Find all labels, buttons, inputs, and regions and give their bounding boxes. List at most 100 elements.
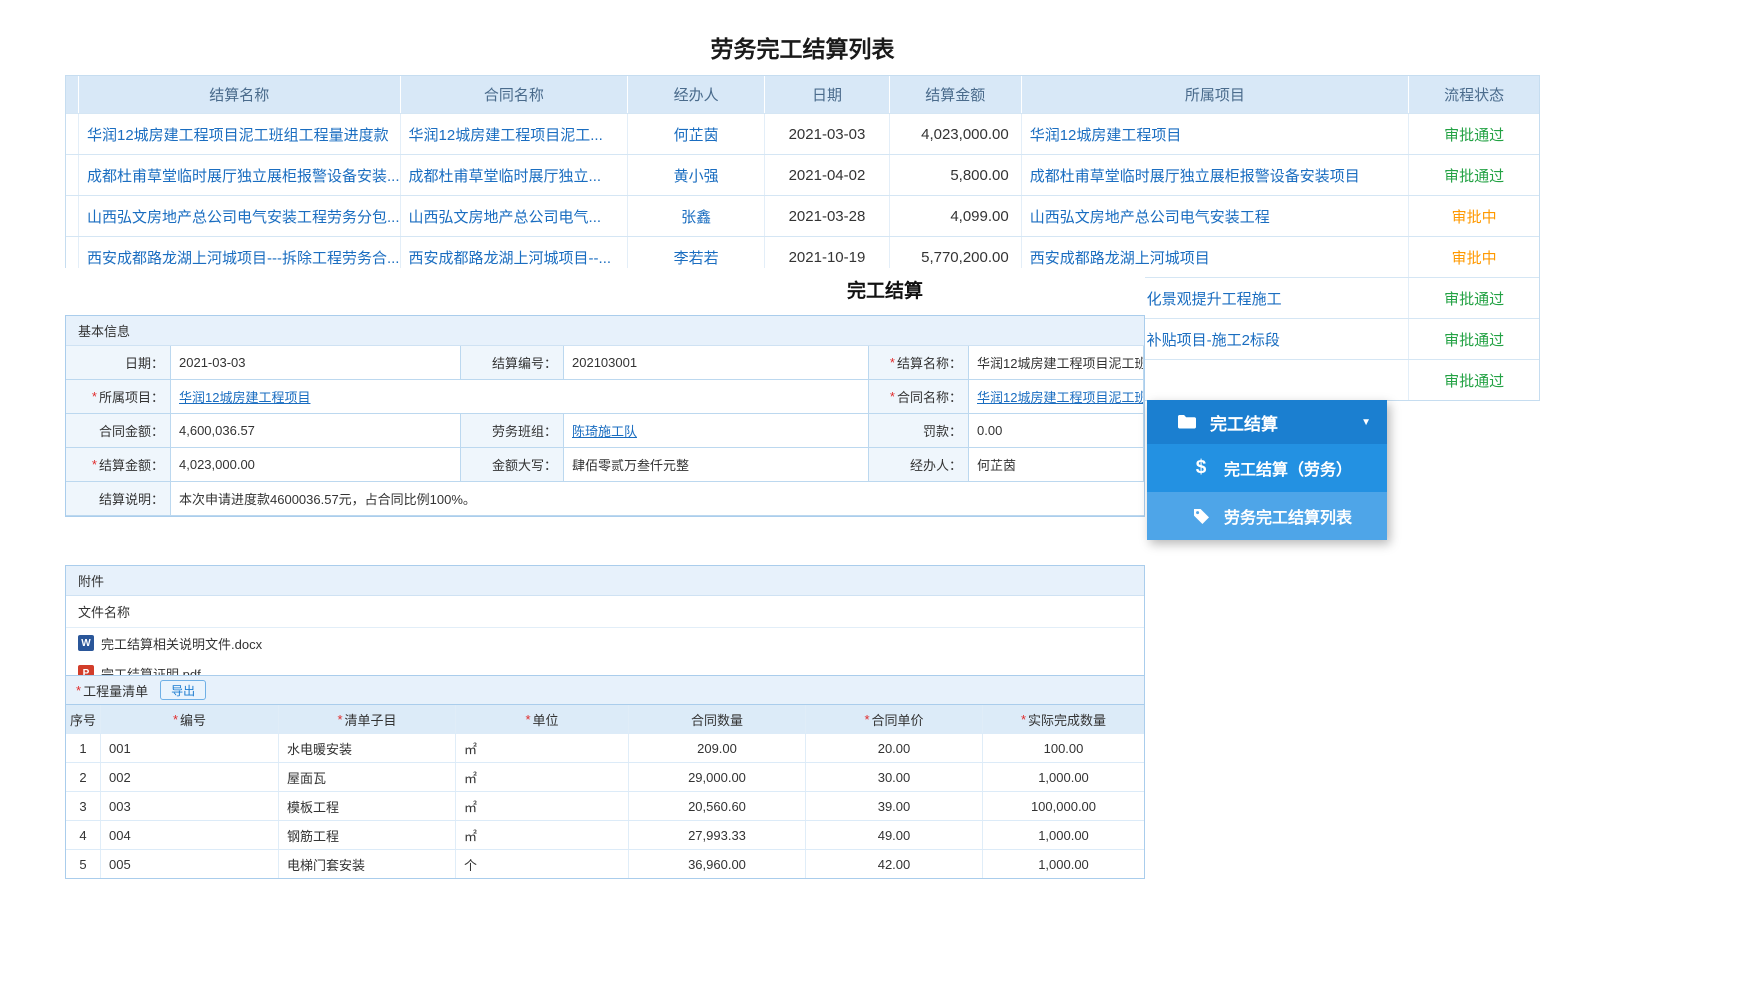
- boq-header: * 工程量清单 导出: [65, 675, 1145, 705]
- word-file-icon: W: [78, 635, 94, 651]
- contract-name-link[interactable]: 山西弘文房地产总公司电气...: [409, 206, 602, 227]
- status-badge: 审批通过: [1444, 331, 1505, 349]
- date-label: 日期：: [66, 346, 171, 380]
- status-badge: 审批中: [1451, 249, 1497, 267]
- required-marker: *: [889, 389, 895, 404]
- page: 劳务完工结算列表 结算名称 合同名称 经办人 日期 结算金额 所属项目 流程状态…: [0, 0, 1740, 1000]
- required-marker: *: [91, 457, 97, 472]
- folder-icon: [1177, 414, 1197, 430]
- contract-name-link[interactable]: 华润12城房建工程项目泥工...: [409, 124, 603, 145]
- project-link[interactable]: 成都杜甫草堂临时展厅独立展柜报警设备安装项目: [1030, 165, 1360, 186]
- menu-item-label: 完工结算（劳务）: [1224, 462, 1353, 479]
- required-marker: *: [76, 682, 82, 698]
- boq-col-contract-qty: 合同数量: [629, 705, 806, 733]
- contract-amount-value: 4,600,036.57: [171, 414, 461, 448]
- handler-cell: 何芷茵: [628, 114, 766, 154]
- side-menu: 完工结算 ▼ $ 完工结算（劳务） 劳务完工结算列表: [1147, 400, 1387, 540]
- handler-cell: 张鑫: [628, 196, 766, 236]
- menu-header[interactable]: 完工结算 ▼: [1147, 400, 1387, 444]
- project-link[interactable]: 山西弘文房地产总公司电气安装工程: [1030, 206, 1270, 227]
- settlement-name-link[interactable]: 山西弘文房地产总公司电气安装工程劳务分包...: [87, 206, 400, 227]
- attachment-item[interactable]: W 完工结算相关说明文件.docx: [66, 628, 1144, 658]
- handler-link[interactable]: 何芷茵: [674, 124, 719, 145]
- project-link[interactable]: 化景观提升工程施工: [1147, 288, 1282, 309]
- project-link[interactable]: 西安成都路龙湖上河城项目: [1030, 247, 1210, 268]
- handler-link[interactable]: 张鑫: [681, 206, 711, 227]
- boq-col-index: 序号: [66, 705, 101, 733]
- menu-item-settlement-labor[interactable]: $ 完工结算（劳务）: [1147, 444, 1387, 492]
- status-badge: 审批通过: [1444, 126, 1505, 144]
- basic-info-header: 基本信息: [66, 316, 1144, 346]
- date-cell: 2021-04-02: [765, 155, 890, 195]
- boq-row[interactable]: 1 001 水电暖安装 ㎡ 209.00 20.00 100.00: [66, 733, 1144, 762]
- boq-col-code: * 编号: [101, 705, 279, 733]
- settlement-amount-label: * 结算金额：: [66, 448, 171, 482]
- amount-cell: 5,800.00: [890, 155, 1022, 195]
- settlement-name-label: * 结算名称：: [869, 346, 969, 380]
- contract-name-link[interactable]: 西安成都路龙湖上河城项目--...: [409, 247, 612, 268]
- boq-col-actual-qty: * 实际完成数量: [1020, 711, 1107, 728]
- settlement-name-cell: 成都杜甫草堂临时展厅独立展柜报警设备安装...: [79, 155, 401, 195]
- boq-row[interactable]: 4 004 钢筋工程 ㎡ 27,993.33 49.00 1,000.00: [66, 820, 1144, 849]
- penalty-value: 0.00: [969, 414, 1144, 448]
- project-link[interactable]: 华润12城房建工程项目: [1030, 124, 1182, 145]
- labor-team-link[interactable]: 陈琦施工队: [572, 421, 637, 440]
- settlement-name-link[interactable]: 西安成都路龙湖上河城项目---拆除工程劳务合...: [87, 247, 400, 268]
- col-date: 日期: [765, 76, 890, 113]
- menu-item-label: 劳务完工结算列表: [1224, 510, 1353, 527]
- contract-name-link[interactable]: 成都杜甫草堂临时展厅独立...: [409, 165, 602, 186]
- list-table-header: 结算名称 合同名称 经办人 日期 结算金额 所属项目 流程状态: [66, 76, 1539, 113]
- boq-row[interactable]: 5 005 电梯门套安装 个 36,960.00 42.00 1,000.00: [66, 849, 1144, 878]
- required-marker: *: [889, 355, 895, 370]
- boq-header-label: 工程量清单: [83, 683, 149, 699]
- project-link[interactable]: 补贴项目-施工2标段: [1147, 329, 1280, 350]
- settlement-no-label: 结算编号：: [461, 346, 564, 380]
- col-project: 所属项目: [1022, 76, 1410, 113]
- attachment-file-name: 完工结算相关说明文件.docx: [101, 636, 263, 652]
- handler-cell: 黄小强: [628, 155, 766, 195]
- list-page-title: 劳务完工结算列表: [710, 36, 895, 62]
- col-status: 流程状态: [1444, 87, 1505, 104]
- table-row[interactable]: 山西弘文房地产总公司电气安装工程劳务分包... 山西弘文房地产总公司电气... …: [66, 195, 1539, 236]
- boq-row[interactable]: 3 003 模板工程 ㎡ 20,560.60 39.00 100,000.00: [66, 791, 1144, 820]
- note-value: 本次申请进度款4600036.57元，占合同比例100%。: [171, 482, 1144, 516]
- menu-item-settlement-list[interactable]: 劳务完工结算列表: [1147, 492, 1387, 540]
- status-badge: 审批通过: [1444, 372, 1505, 390]
- contract-name-cell: 山西弘文房地产总公司电气...: [401, 196, 629, 236]
- col-amount: 结算金额: [890, 76, 1022, 113]
- file-name-column-label: 文件名称: [66, 596, 1144, 628]
- boq-section: * 工程量清单 导出 序号 * 编号 * 清单子目 * 单位 合同数量 * 合同单价 *…: [65, 675, 1145, 879]
- amount-cell: 4,023,000.00: [890, 114, 1022, 154]
- col-contract-name: 合同名称: [401, 76, 629, 113]
- contract-value: 华润12城房建工程项目泥工班组工程量进度款: [969, 380, 1144, 414]
- boq-row[interactable]: 2 002 屋面瓦 ㎡ 29,000.00 30.00 1,000.00: [66, 762, 1144, 791]
- table-row[interactable]: 成都杜甫草堂临时展厅独立展柜报警设备安装... 成都杜甫草堂临时展厅独立... …: [66, 154, 1539, 195]
- col-handler: 经办人: [628, 76, 766, 113]
- settlement-name-value: 华润12城房建工程项目泥工班组工程量进度款: [969, 346, 1144, 380]
- chevron-down-icon[interactable]: ▼: [1361, 417, 1371, 428]
- project-label: * 所属项目：: [66, 380, 171, 414]
- boq-table-header: 序号 * 编号 * 清单子目 * 单位 合同数量 * 合同单价 * 实际完成数量: [66, 705, 1144, 733]
- status-badge: 审批通过: [1444, 290, 1505, 308]
- amount-in-words-label: 金额大写：: [461, 448, 564, 482]
- handler-link[interactable]: 李若若: [674, 247, 719, 268]
- contract-label: * 合同名称：: [869, 380, 969, 414]
- required-marker: *: [91, 389, 97, 404]
- status-badge: 审批中: [1451, 208, 1497, 226]
- settlement-name-cell: 山西弘文房地产总公司电气安装工程劳务分包...: [79, 196, 401, 236]
- boq-col-item: * 清单子目: [279, 705, 456, 733]
- date-cell: 2021-03-03: [765, 114, 890, 154]
- project-link[interactable]: 华润12城房建工程项目: [179, 387, 310, 406]
- attachments-section: 附件 文件名称 W 完工结算相关说明文件.docx P 完工结算证明.pdf: [65, 565, 1145, 689]
- table-row[interactable]: 华润12城房建工程项目泥工班组工程量进度款 华润12城房建工程项目泥工... 何…: [66, 113, 1539, 154]
- project-cell: 华润12城房建工程项目: [1022, 114, 1410, 154]
- export-button[interactable]: 导出: [160, 680, 207, 700]
- handler-link[interactable]: 黄小强: [674, 165, 719, 186]
- amount-cell: 4,099.00: [890, 196, 1022, 236]
- settlement-name-link[interactable]: 华润12城房建工程项目泥工班组工程量进度款: [87, 124, 389, 145]
- settlement-name-link[interactable]: 成都杜甫草堂临时展厅独立展柜报警设备安装...: [87, 165, 400, 186]
- dollar-icon: $: [1195, 457, 1207, 478]
- contract-link[interactable]: 华润12城房建工程项目泥工班组工程量进度款: [977, 387, 1143, 406]
- penalty-label: 罚款：: [869, 414, 969, 448]
- detail-page-title: 完工结算: [846, 281, 923, 302]
